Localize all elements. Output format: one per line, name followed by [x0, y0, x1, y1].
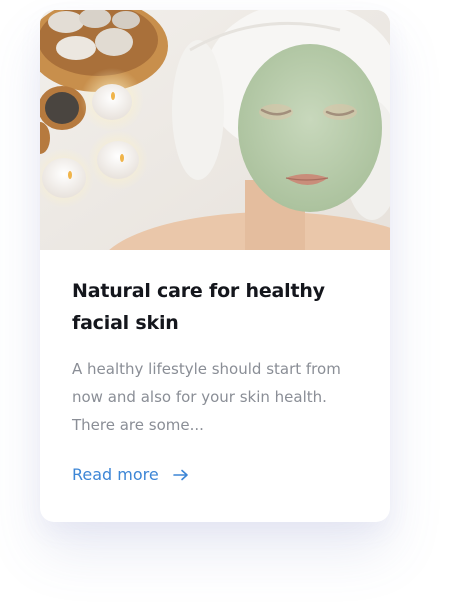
read-more-label: Read more [72, 465, 159, 484]
article-card[interactable]: Natural care for healthy facial skin A h… [40, 10, 390, 522]
page: Natural care for healthy facial skin A h… [0, 0, 450, 612]
article-thumbnail[interactable] [40, 10, 390, 250]
article-title[interactable]: Natural care for healthy facial skin [72, 275, 362, 339]
article-content: Natural care for healthy facial skin A h… [72, 275, 362, 484]
spa-facial-mask-photo [40, 10, 390, 250]
arrow-right-icon [172, 469, 188, 480]
article-excerpt: A healthy lifestyle should start from no… [72, 360, 341, 434]
read-more-link[interactable]: Read more [72, 465, 189, 484]
